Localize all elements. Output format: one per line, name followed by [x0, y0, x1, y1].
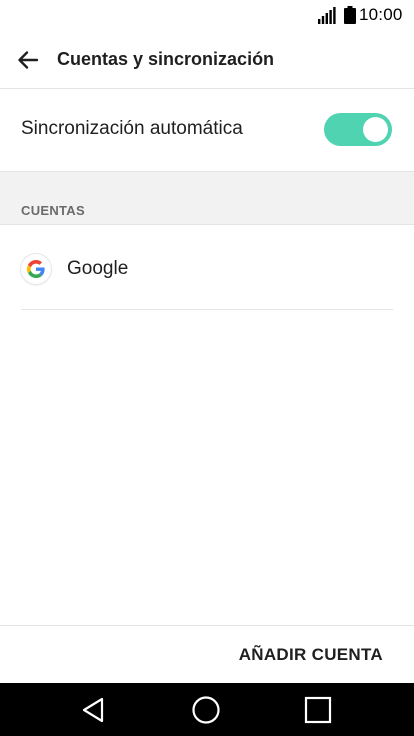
accounts-section-header: CUENTAS [0, 171, 414, 225]
system-nav-bar [0, 683, 414, 736]
auto-sync-row[interactable]: Sincronización automática [0, 89, 414, 171]
battery-icon [344, 6, 356, 24]
signal-icon [318, 7, 336, 24]
recent-square-icon[interactable] [302, 694, 334, 726]
account-name: Google [67, 258, 129, 279]
back-triangle-icon[interactable] [78, 694, 110, 726]
section-title: CUENTAS [21, 203, 85, 218]
account-item-google[interactable]: Google [0, 226, 414, 310]
status-bar: 10:00 [0, 0, 414, 32]
toggle-knob [363, 117, 388, 142]
page-title: Cuentas y sincronización [57, 49, 275, 69]
arrow-left-icon [18, 51, 39, 69]
home-circle-icon[interactable] [190, 694, 222, 726]
bottom-action-bar: AÑADIR CUENTA [0, 625, 414, 683]
auto-sync-label: Sincronización automática [21, 118, 243, 139]
google-logo-icon [21, 254, 51, 284]
screen: 10:00 Cuentas y sincronización Sincroniz… [0, 0, 414, 736]
back-button[interactable] [10, 42, 46, 78]
auto-sync-toggle[interactable] [324, 113, 392, 146]
divider [21, 309, 393, 310]
status-time: 10:00 [359, 5, 403, 24]
add-account-button[interactable]: AÑADIR CUENTA [239, 645, 383, 665]
app-bar: Cuentas y sincronización [0, 32, 414, 88]
